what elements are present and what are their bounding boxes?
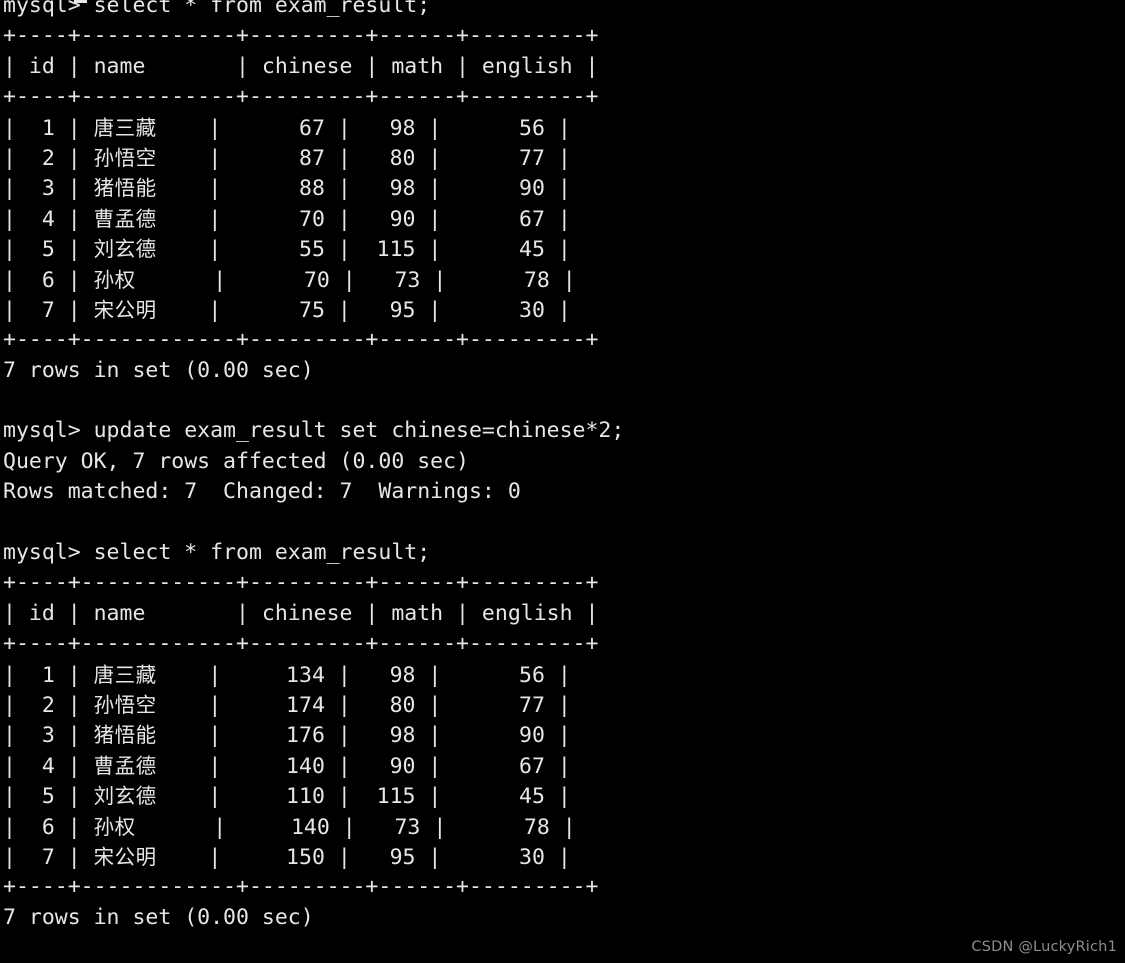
row-name-cell: 唐三藏 [93,115,157,140]
row-id-cell: | 2 | [3,692,94,718]
row-name-cell: 宋公明 [93,844,157,869]
terminal-line-row: | 5 | 刘玄德 | 110 | 115 | 45 | [3,781,624,811]
row-id-cell: | 6 | [3,814,94,840]
row-scores-cell: | 150 | 95 | 30 | [156,844,571,870]
terminal-line-row: | 3 | 猪悟能 | 176 | 98 | 90 | [3,720,624,750]
terminal-line-row: | 4 | 曹孟德 | 140 | 90 | 67 | [3,751,624,781]
terminal-line-row: | 6 | 孙权 | 70 | 73 | 78 | [3,265,624,295]
row-name-cell: 孙悟空 [93,145,157,170]
line-text: +----+------------+---------+------+----… [3,84,599,110]
row-name-cell: 孙权 [93,814,136,839]
line-text: 7 rows in set (0.00 sec) [3,357,314,383]
terminal-line-row: | 7 | 宋公明 | 150 | 95 | 30 | [3,842,624,872]
row-scores-cell: | 174 | 80 | 77 | [156,692,571,718]
line-text: +----+------------+---------+------+----… [3,631,599,657]
terminal-output: mysql> select * from exam_result; +----+-… [3,0,624,963]
row-id-cell: | 4 | [3,753,94,779]
terminal-line-row: | 7 | 宋公明 | 75 | 95 | 30 | [3,295,624,325]
row-scores-cell: | 176 | 98 | 90 | [156,723,571,749]
terminal-line-prompt: mysql> select * from exam_result; [3,538,624,568]
terminal-line-row: | 6 | 孙权 | 140 | 73 | 78 | [3,812,624,842]
terminal-line-rule: +----+------------+---------+------+----… [3,872,624,902]
row-id-cell: | 2 | [3,145,94,171]
terminal-line-row: | 2 | 孙悟空 | 174 | 80 | 77 | [3,690,624,720]
row-name-cell: 唐三藏 [93,662,157,687]
row-name-cell: 猪悟能 [93,723,157,748]
terminal-line-rule: +----+------------+---------+------+----… [3,568,624,598]
row-id-cell: | 3 | [3,176,94,202]
line-text: mysql> select * from exam_result; [3,0,431,18]
line-text: +----+------------+---------+------+----… [3,327,599,353]
csdn-watermark: CSDN @LuckyRich1 [971,939,1117,955]
row-id-cell: | 1 | [3,115,94,141]
row-name-cell: 曹孟德 [93,206,157,231]
row-scores-cell: | 75 | 95 | 30 | [156,297,571,323]
row-id-cell: | 6 | [3,267,94,293]
row-name-cell: 刘玄德 [93,237,157,262]
terminal-line-row: | 3 | 猪悟能 | 88 | 98 | 90 | [3,173,624,203]
terminal-window[interactable]: mysql> select * from exam_result; +----+-… [0,0,1125,963]
row-name-cell: 刘玄德 [93,784,157,809]
row-scores-cell: | 70 | 90 | 67 | [156,206,571,232]
terminal-line-header: | id | name | chinese | math | english | [3,52,624,82]
row-scores-cell: | 88 | 98 | 90 | [156,176,571,202]
line-text: +----+------------+---------+------+----… [3,874,599,900]
line-text: 7 rows in set (0.00 sec) [3,904,314,930]
row-scores-cell: | 140 | 90 | 67 | [156,753,571,779]
terminal-line-status: 7 rows in set (0.00 sec) [3,903,624,933]
row-scores-cell: | 67 | 98 | 56 | [156,115,571,141]
row-id-cell: | 1 | [3,662,94,688]
row-id-cell: | 5 | [3,784,94,810]
terminal-line-row: | 5 | 刘玄德 | 55 | 115 | 45 | [3,234,624,264]
line-text: +----+------------+---------+------+----… [3,570,599,596]
row-id-cell: | 5 | [3,237,94,263]
row-id-cell: | 3 | [3,723,94,749]
row-scores-cell: | 87 | 80 | 77 | [156,145,571,171]
terminal-line-rule: +----+------------+---------+------+----… [3,629,624,659]
terminal-line-row: | 4 | 曹孟德 | 70 | 90 | 67 | [3,204,624,234]
terminal-line-status: Rows matched: 7 Changed: 7 Warnings: 0 [3,477,624,507]
terminal-line-row: | 1 | 唐三藏 | 134 | 98 | 56 | [3,660,624,690]
terminal-line-status: Query OK, 7 rows affected (0.00 sec) [3,447,624,477]
line-text: Rows matched: 7 Changed: 7 Warnings: 0 [3,479,521,505]
row-name-cell: 宋公明 [93,297,157,322]
row-id-cell: | 7 | [3,297,94,323]
terminal-line-prompt: mysql> update exam_result set chinese=ch… [3,416,624,446]
line-text: mysql> select * from exam_result; [3,540,431,566]
terminal-line-rule: +----+------------+---------+------+----… [3,82,624,112]
terminal-line-status: 7 rows in set (0.00 sec) [3,356,624,386]
row-scores-cell: | 110 | 115 | 45 | [156,784,571,810]
line-text: | id | name | chinese | math | english | [3,53,599,79]
row-name-cell: 猪悟能 [93,176,157,201]
terminal-line-rule: +----+------------+---------+------+----… [3,325,624,355]
row-name-cell: 孙悟空 [93,692,157,717]
row-scores-cell: | 140 | 73 | 78 | [135,814,576,840]
terminal-line-rule: +----+------------+---------+------+----… [3,21,624,51]
line-text: +----+------------+---------+------+----… [3,23,599,49]
row-id-cell: | 7 | [3,844,94,870]
row-scores-cell: | 70 | 73 | 78 | [135,267,576,293]
line-text: | id | name | chinese | math | english | [3,600,599,626]
row-scores-cell: | 134 | 98 | 56 | [156,662,571,688]
terminal-line-row: | 2 | 孙悟空 | 87 | 80 | 77 | [3,143,624,173]
row-name-cell: 曹孟德 [93,753,157,778]
row-name-cell: 孙权 [93,267,136,292]
line-text: Query OK, 7 rows affected (0.00 sec) [3,448,469,474]
row-scores-cell: | 55 | 115 | 45 | [156,237,571,263]
line-text: mysql> update exam_result set chinese=ch… [3,418,625,444]
terminal-line-prompt: mysql> select * from exam_result; [3,0,624,21]
terminal-line-row: | 1 | 唐三藏 | 67 | 98 | 56 | [3,113,624,143]
terminal-line-header: | id | name | chinese | math | english | [3,599,624,629]
row-id-cell: | 4 | [3,206,94,232]
